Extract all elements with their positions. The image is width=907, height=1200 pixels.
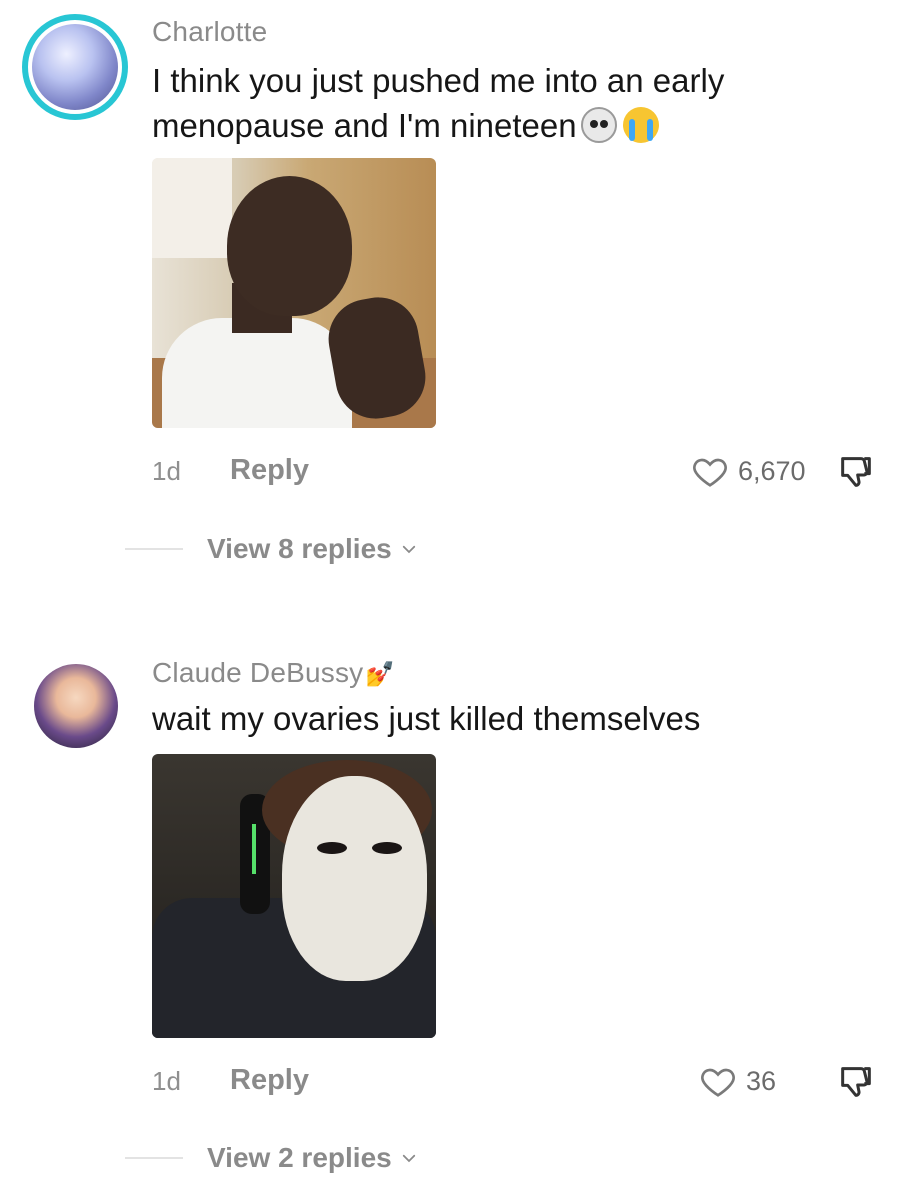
like-count: 6,670 bbox=[738, 455, 806, 486]
comment-item: Charlotte I think you just pushed me int… bbox=[0, 0, 907, 600]
divider bbox=[125, 1157, 183, 1159]
photo-head bbox=[227, 176, 352, 316]
divider bbox=[125, 548, 183, 550]
photo-mask-eye bbox=[317, 842, 347, 854]
view-replies-label: View 8 replies bbox=[207, 533, 392, 564]
comment-image[interactable] bbox=[152, 158, 436, 428]
view-replies-button[interactable]: View 2 replies bbox=[125, 1142, 418, 1174]
photo-masked-man bbox=[152, 754, 436, 1038]
photo-mask-eye bbox=[372, 842, 402, 854]
comment-username[interactable]: Charlotte bbox=[152, 16, 267, 48]
nail-polish-emoji: 💅 bbox=[365, 661, 396, 688]
photo-wall bbox=[152, 158, 232, 258]
skull-emoji bbox=[580, 107, 617, 143]
comment-image[interactable] bbox=[152, 754, 436, 1038]
comment-age: 1d bbox=[152, 456, 181, 486]
reply-button[interactable]: Reply bbox=[230, 454, 309, 487]
reply-button[interactable]: Reply bbox=[230, 1064, 309, 1097]
heart-icon bbox=[693, 458, 727, 487]
comment-age: 1d bbox=[152, 1066, 181, 1096]
comment-username[interactable]: Claude DeBussy💅 bbox=[152, 657, 395, 689]
thumbs-down-icon[interactable] bbox=[836, 1062, 876, 1102]
crying-emoji bbox=[622, 107, 659, 143]
like-button[interactable]: 36 bbox=[698, 1062, 776, 1100]
photo-man-white-shirt bbox=[152, 158, 436, 428]
like-count: 36 bbox=[746, 1065, 777, 1096]
avatar-image bbox=[32, 24, 118, 110]
chevron-down-icon bbox=[402, 545, 415, 554]
photo-mask bbox=[282, 776, 427, 981]
comment-actions: 1d Reply 6,670 bbox=[0, 446, 907, 496]
view-replies-label: View 2 replies bbox=[207, 1142, 392, 1173]
comment-item: Claude DeBussy💅 wait my ovaries just kil… bbox=[0, 640, 907, 1200]
like-button[interactable]: 6,670 bbox=[690, 452, 806, 490]
avatar[interactable] bbox=[22, 14, 128, 120]
comment-text: I think you just pushed me into an early… bbox=[152, 58, 852, 148]
avatar[interactable] bbox=[34, 664, 118, 748]
username-text: Claude DeBussy bbox=[152, 657, 364, 688]
chevron-down-icon bbox=[402, 1154, 415, 1163]
view-replies-button[interactable]: View 8 replies bbox=[125, 533, 418, 565]
thumbs-down-icon[interactable] bbox=[836, 452, 876, 492]
comment-text: wait my ovaries just killed themselves bbox=[152, 700, 701, 737]
heart-icon bbox=[701, 1068, 735, 1097]
comment-actions: 1d Reply 36 bbox=[0, 1056, 907, 1106]
photo-shirt bbox=[162, 318, 352, 428]
